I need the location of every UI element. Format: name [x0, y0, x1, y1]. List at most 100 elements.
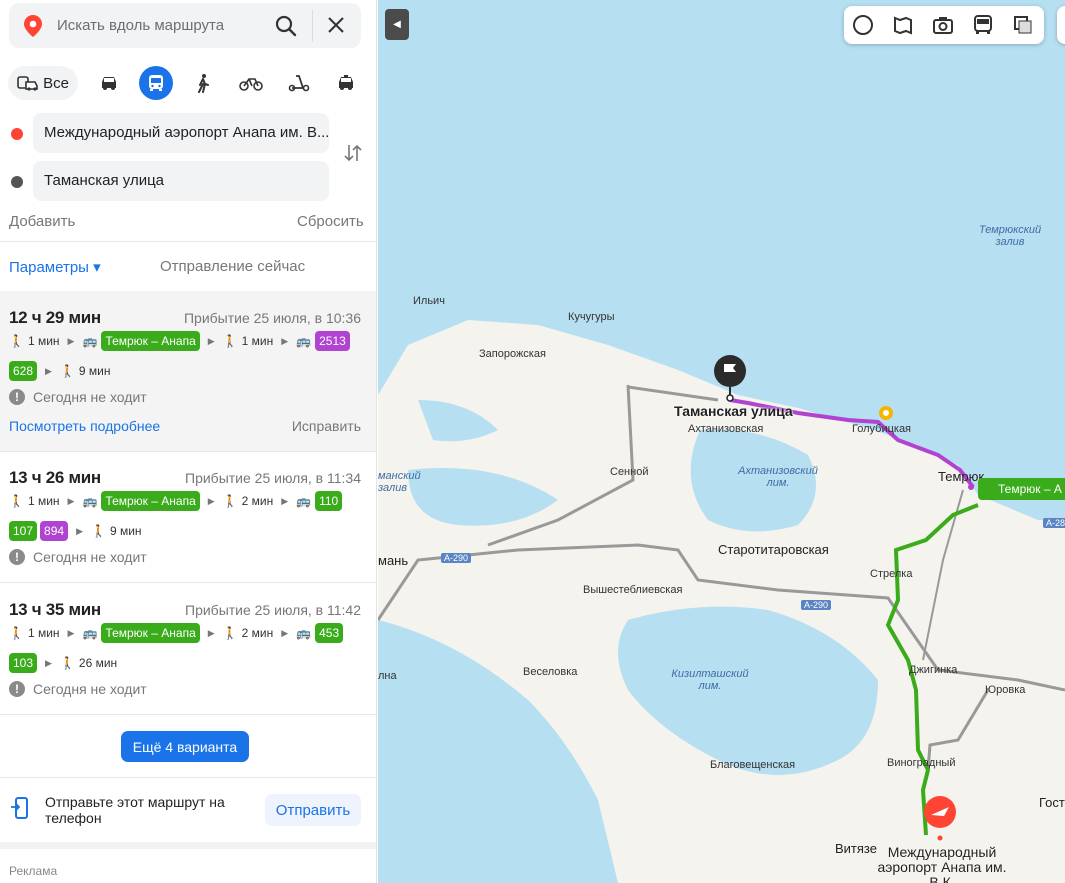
departure-time[interactable]: Отправление сейчас: [160, 258, 305, 275]
map-view[interactable]: Ильич Кучугуры Запорожская Ахтанизовская…: [378, 0, 1065, 883]
map-label: Юровка: [985, 684, 1026, 696]
route-panel: Все: [0, 0, 377, 883]
arrow-icon: ▶: [207, 335, 215, 346]
arrow-icon: ▶: [281, 335, 289, 346]
search-input[interactable]: [57, 3, 267, 48]
route-details-link[interactable]: Посмотреть подробнее: [9, 418, 160, 434]
route-arrival: Прибытие 25 июля, в 11:42: [185, 602, 361, 618]
arrow-icon: ▶: [67, 627, 75, 638]
params-dropdown[interactable]: Параметры ▾: [9, 258, 101, 276]
water-label: Ахтанизовский лим.: [738, 465, 818, 489]
route-segments: 🚶 1 мин ▶ 🚌 Темрюк – Анапа ▶ 🚶 1 мин ▶ 🚌…: [9, 331, 350, 351]
map-label: Старотитаровская: [718, 542, 829, 557]
mode-walk-button[interactable]: [186, 66, 220, 100]
map-label: Джигинка: [909, 664, 958, 676]
route-segments: 🚶 1 мин ▶ 🚌 Темрюк – Анапа ▶ 🚶 2 мин ▶ 🚌…: [9, 623, 344, 643]
search-divider: [312, 10, 313, 42]
ad-separator: [0, 842, 376, 849]
mode-transit-button[interactable]: [139, 66, 173, 100]
swap-icon[interactable]: [343, 143, 363, 163]
walk-icon: [198, 74, 209, 93]
map-canvas[interactable]: [378, 0, 1065, 883]
bus-icon: 🚌: [296, 334, 312, 348]
bus-icon: 🚌: [82, 494, 98, 508]
send-button[interactable]: Отправить: [265, 794, 361, 826]
route-duration: 13 ч 35 мин: [9, 600, 101, 619]
bus-icon: 🚌: [296, 626, 312, 640]
route-option-1[interactable]: 12 ч 29 мин Прибытие 25 июля, в 10:36 🚶 …: [0, 291, 376, 451]
route-line-chip[interactable]: Темрюк – А: [978, 478, 1065, 500]
collapse-panel-button[interactable]: ◀: [385, 9, 409, 40]
map-label: Благовещенская: [710, 759, 796, 771]
map-label: Ильич: [413, 295, 445, 307]
arrow-icon: ▶: [207, 495, 215, 506]
layers-icon[interactable]: [1012, 14, 1034, 36]
mode-all-button[interactable]: Все: [8, 66, 78, 100]
arrow-icon: ▶: [45, 657, 52, 668]
mode-scooter-button[interactable]: [282, 66, 316, 100]
walk-duration: 1 мин: [27, 494, 60, 508]
add-point-link[interactable]: Добавить: [9, 213, 75, 230]
map-label: Вышестеблиевская: [583, 584, 683, 596]
phone-icon: [11, 797, 28, 819]
transport-mode-bar: Все: [8, 64, 368, 102]
panorama-icon[interactable]: [892, 14, 914, 36]
close-icon[interactable]: [327, 16, 345, 34]
route-duration: 13 ч 26 мин: [9, 468, 101, 487]
route-search-box[interactable]: [9, 3, 361, 48]
water-label: манский залив: [378, 470, 421, 494]
end-point-label: Международный аэропорт Анапа им. В.К.: [877, 844, 1007, 883]
mode-bike-button[interactable]: [234, 66, 268, 100]
origin-dot: [11, 128, 23, 140]
arrow-icon: ▶: [45, 365, 52, 376]
camera-icon[interactable]: [932, 14, 954, 36]
bus-icon[interactable]: [972, 14, 994, 36]
traffic-icon[interactable]: [852, 14, 874, 36]
scooter-icon: [288, 75, 310, 92]
route-option-2[interactable]: 13 ч 26 мин Прибытие 25 июля, в 11:34 🚶 …: [0, 452, 376, 582]
route-status-text: Сегодня не ходит: [33, 389, 147, 405]
walk-icon: 🚶: [59, 364, 75, 378]
map-label: мань: [378, 553, 409, 568]
start-point-label: Таманская улица: [674, 403, 793, 419]
transit-line-badge: 894: [40, 521, 69, 541]
map-menu-button[interactable]: [1057, 6, 1065, 44]
route-fix-link[interactable]: Исправить: [292, 418, 361, 434]
map-label: Сенной: [610, 466, 649, 478]
transit-line-badge: Темрюк – Анапа: [101, 331, 200, 351]
walk-icon: 🚶: [9, 626, 24, 640]
more-variants-button[interactable]: Ещё 4 варианта: [121, 731, 249, 762]
walk-duration: 1 мин: [27, 626, 60, 640]
walk-icon: 🚶: [90, 524, 106, 538]
route-status-text: Сегодня не ходит: [33, 549, 147, 565]
ad-label: Реклама: [9, 864, 58, 878]
map-layer-toolbar: [844, 6, 1044, 44]
route-segments-cont: 103 ▶ 🚶 26 мин: [9, 653, 117, 673]
transit-line-badge: Темрюк – Анапа: [101, 491, 200, 511]
water-label: Кизилташский лим.: [671, 668, 749, 692]
mode-car-button[interactable]: [92, 66, 126, 100]
bicycle-icon: [239, 78, 263, 91]
destination-field[interactable]: Таманская улица: [33, 161, 329, 201]
poi-marker[interactable]: [879, 406, 893, 420]
map-label: Витязе: [835, 841, 877, 856]
route-option-3[interactable]: 13 ч 35 мин Прибытие 25 июля, в 11:42 🚶 …: [0, 583, 376, 713]
divider: [0, 777, 376, 778]
origin-field[interactable]: Международный аэропорт Анапа им. В...: [33, 113, 329, 153]
transit-line-badge: 2513: [315, 331, 350, 351]
map-label: Виноградный: [887, 757, 956, 769]
route-status: ! Сегодня не ходит: [9, 681, 147, 697]
arrow-icon: ▶: [67, 335, 75, 346]
mode-taxi-button[interactable]: [329, 66, 363, 100]
walk-icon: 🚶: [9, 494, 24, 508]
send-to-phone-text: Отправьте этот маршрут на телефон: [45, 794, 225, 826]
reset-link[interactable]: Сбросить: [297, 213, 364, 230]
bus-icon: 🚌: [296, 494, 312, 508]
map-label: Ахтанизовская: [688, 423, 764, 435]
water-label: Темрюкский залив: [978, 224, 1042, 248]
map-label: Кучугуры: [568, 311, 615, 323]
divider: [0, 714, 376, 715]
search-icon[interactable]: [275, 15, 297, 37]
walk-duration: 9 мин: [78, 364, 111, 378]
bus-icon: 🚌: [82, 334, 98, 348]
